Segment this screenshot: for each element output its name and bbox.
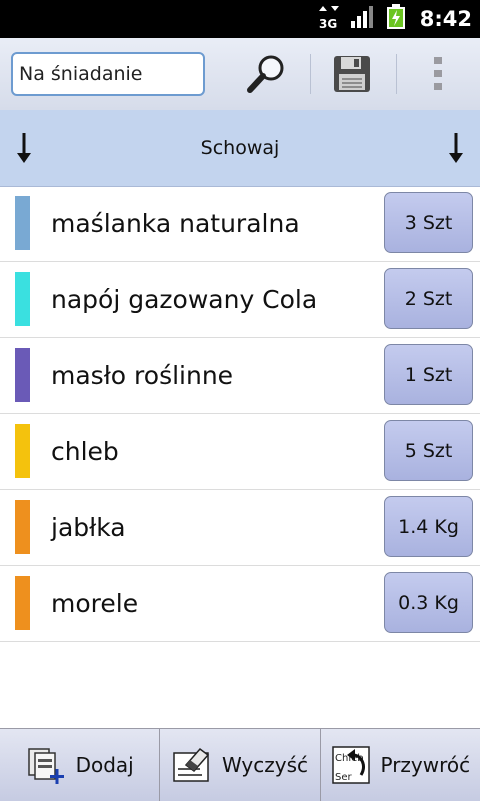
sort-right-button[interactable]	[441, 128, 471, 168]
clear-button[interactable]: Wyczyść	[160, 729, 321, 801]
category-color-swatch	[15, 500, 30, 554]
eraser-icon	[172, 745, 212, 785]
add-button[interactable]: Dodaj	[0, 729, 161, 801]
quantity-button[interactable]: 3 Szt	[384, 192, 473, 253]
category-color-swatch	[15, 576, 30, 630]
network-3g-icon: 3G	[318, 4, 340, 34]
restore-button-label: Przywróć	[380, 753, 471, 777]
category-color-swatch	[15, 424, 30, 478]
list-item[interactable]: morele 0.3 Kg	[0, 566, 480, 642]
quantity-button[interactable]: 1.4 Kg	[384, 496, 473, 557]
restore-button[interactable]: Chleb Ser Przywróć	[320, 729, 480, 801]
quantity-button[interactable]: 5 Szt	[384, 420, 473, 481]
overflow-menu-button[interactable]	[408, 48, 468, 100]
list-item[interactable]: maślanka naturalna 3 Szt	[0, 186, 480, 262]
clock: 8:42	[419, 7, 472, 31]
item-name: masło roślinne	[51, 361, 234, 390]
arrow-down-icon	[17, 133, 31, 163]
magnifier-icon	[247, 55, 284, 93]
item-name: maślanka naturalna	[51, 209, 300, 238]
sort-bar: Schowaj	[0, 110, 480, 187]
save-button[interactable]	[322, 48, 382, 100]
floppy-disk-icon	[334, 56, 370, 92]
list-item[interactable]: masło roślinne 1 Szt	[0, 338, 480, 414]
signal-strength-icon	[350, 5, 376, 33]
category-color-swatch	[15, 196, 30, 250]
item-name: napój gazowany Cola	[51, 285, 318, 314]
hide-button[interactable]	[140, 110, 340, 186]
list-item[interactable]: chleb 5 Szt	[0, 414, 480, 490]
add-button-label: Dodaj	[75, 753, 134, 777]
restore-swap-icon: Chleb Ser	[331, 745, 371, 785]
quantity-button[interactable]: 0.3 Kg	[384, 572, 473, 633]
item-name: chleb	[51, 437, 119, 466]
top-toolbar	[0, 38, 480, 110]
restore-icon-text-bottom: Ser	[335, 772, 353, 783]
item-name: morele	[51, 589, 139, 618]
bottom-action-bar: Dodaj Wyczyść Chleb Ser Przywróć	[0, 728, 480, 801]
quantity-button[interactable]: 2 Szt	[384, 268, 473, 329]
network-type-label: 3G	[319, 17, 337, 30]
sort-left-button[interactable]	[9, 128, 39, 168]
status-bar: 3G 8:42	[0, 0, 480, 38]
arrow-down-icon	[449, 133, 463, 163]
toolbar-divider	[310, 54, 311, 94]
battery-charging-icon	[386, 4, 406, 34]
status-icons: 3G 8:42	[318, 0, 472, 38]
search-button[interactable]	[236, 48, 296, 100]
add-item-icon	[26, 745, 66, 785]
quantity-button[interactable]: 1 Szt	[384, 344, 473, 405]
shopping-list: maślanka naturalna 3 Szt napój gazowany …	[0, 186, 480, 642]
toolbar-divider	[396, 54, 397, 94]
list-item[interactable]: jabłka 1.4 Kg	[0, 490, 480, 566]
overflow-menu-icon	[434, 57, 442, 90]
list-name-input[interactable]	[11, 52, 205, 96]
category-color-swatch	[15, 272, 30, 326]
category-color-swatch	[15, 348, 30, 402]
list-item[interactable]: napój gazowany Cola 2 Szt	[0, 262, 480, 338]
clear-button-label: Wyczyść	[221, 753, 308, 777]
item-name: jabłka	[51, 513, 126, 542]
